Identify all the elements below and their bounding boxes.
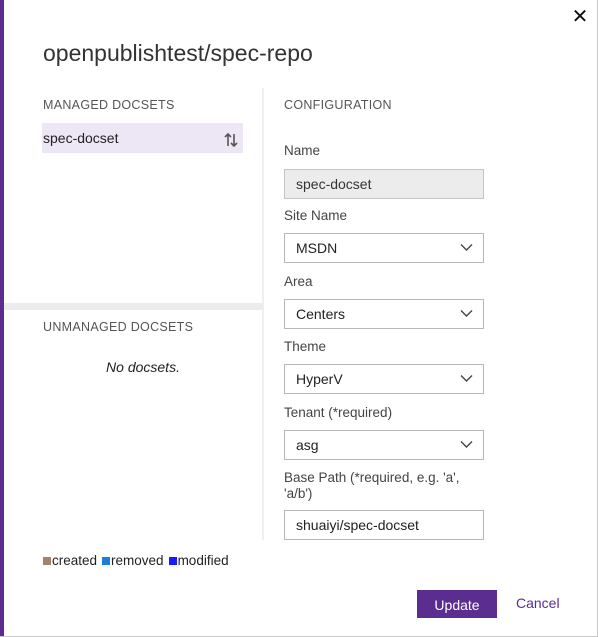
name-field: spec-docset (284, 169, 484, 199)
chevron-down-icon (460, 310, 473, 317)
legend-label: modified (177, 553, 229, 568)
theme-select[interactable]: HyperV (284, 364, 484, 394)
theme-value: HyperV (296, 371, 343, 387)
legend-created: created (43, 553, 97, 568)
area-value: Centers (296, 306, 346, 322)
site-name-value: MSDN (296, 240, 338, 256)
area-label: Area (284, 274, 313, 289)
tenant-select[interactable]: asg (284, 430, 484, 460)
managed-docsets-heading: MANAGED DOCSETS (43, 98, 175, 112)
legend-swatch-removed (102, 556, 111, 565)
column-divider (262, 88, 264, 540)
base-path-label: Base Path (*required, e.g. 'a', 'a/b') (284, 470, 460, 501)
sort-arrows-icon[interactable] (223, 129, 239, 148)
unmanaged-docsets-heading: UNMANAGED DOCSETS (43, 320, 194, 334)
legend-removed: removed (102, 553, 164, 568)
docset-item-label: spec-docset (43, 130, 119, 146)
legend-label: created (52, 553, 98, 568)
update-button[interactable]: Update (417, 590, 497, 618)
base-path-input[interactable]: shuaiyi/spec-docset (284, 510, 484, 540)
no-docsets-message: No docsets. (106, 359, 180, 375)
configuration-heading: CONFIGURATION (284, 98, 392, 112)
site-name-label: Site Name (284, 208, 348, 223)
managed-docset-item[interactable]: spec-docset (42, 123, 243, 153)
chevron-down-icon (460, 375, 473, 382)
site-name-select[interactable]: MSDN (284, 233, 484, 263)
legend-swatch-created (43, 556, 51, 565)
close-icon: ✕ (571, 4, 589, 28)
section-divider (4, 303, 263, 310)
legend-swatch-modified (168, 556, 177, 565)
base-path-value: shuaiyi/spec-docset (296, 517, 419, 533)
legend-modified: modified (168, 553, 229, 568)
close-button[interactable]: ✕ (570, 6, 590, 26)
name-value: spec-docset (296, 176, 372, 192)
tenant-label: Tenant (*required) (284, 405, 393, 420)
legend-label: removed (111, 553, 164, 568)
dialog-accent-bar (0, 0, 4, 637)
chevron-down-icon (460, 441, 473, 448)
cancel-link[interactable]: Cancel (516, 595, 560, 611)
status-legend: created removed modified (43, 553, 234, 568)
chevron-down-icon (460, 244, 473, 251)
name-label: Name (284, 143, 321, 158)
theme-label: Theme (284, 339, 327, 354)
dialog-title: openpublishtest/spec-repo (43, 40, 313, 66)
tenant-value: asg (296, 437, 319, 453)
area-select[interactable]: Centers (284, 299, 484, 329)
